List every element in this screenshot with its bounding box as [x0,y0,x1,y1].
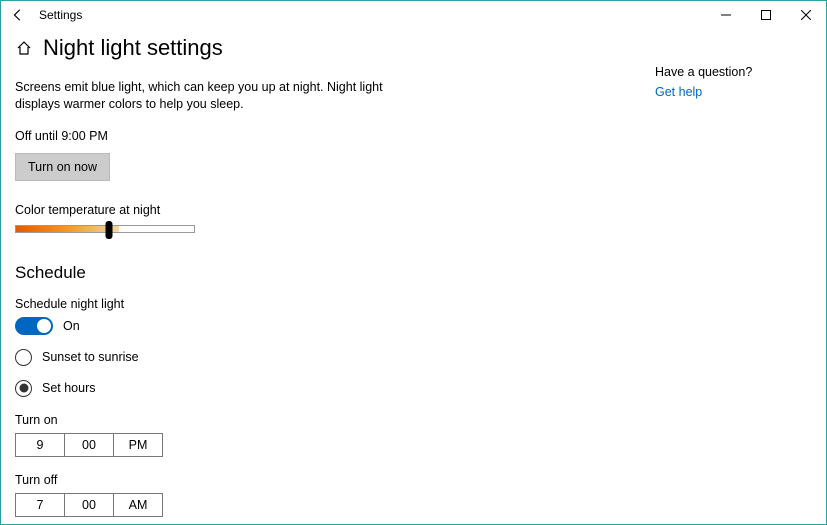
turn-on-minute[interactable]: 00 [64,433,114,457]
schedule-toggle-state: On [63,319,80,333]
window-title: Settings [39,8,82,22]
radio-icon [15,380,32,397]
turn-off-hour[interactable]: 7 [15,493,65,517]
radio-icon [15,349,32,366]
close-button[interactable] [786,1,826,29]
turn-on-label: Turn on [15,413,655,427]
home-icon[interactable] [15,39,33,57]
schedule-toggle-label: Schedule night light [15,297,655,311]
turn-off-minute[interactable]: 00 [64,493,114,517]
turn-on-time-picker: 9 00 PM [15,433,655,457]
get-help-link[interactable]: Get help [655,85,702,99]
schedule-toggle[interactable] [15,317,53,335]
status-text: Off until 9:00 PM [15,129,655,143]
slider-thumb[interactable] [105,221,112,239]
titlebar: Settings [1,1,826,29]
maximize-button[interactable] [746,1,786,29]
back-button[interactable] [9,6,27,24]
turn-on-hour[interactable]: 9 [15,433,65,457]
turn-off-time-picker: 7 00 AM [15,493,655,517]
schedule-heading: Schedule [15,263,655,283]
page-description: Screens emit blue light, which can keep … [15,79,395,113]
turn-on-ampm[interactable]: PM [113,433,163,457]
turn-off-ampm[interactable]: AM [113,493,163,517]
turn-on-now-button[interactable]: Turn on now [15,153,110,181]
have-a-question-label: Have a question? [655,65,812,79]
radio-set-hours[interactable]: Set hours [15,380,655,397]
minimize-button[interactable] [706,1,746,29]
radio-sunset-to-sunrise[interactable]: Sunset to sunrise [15,349,655,366]
page-title: Night light settings [43,35,223,61]
color-temp-label: Color temperature at night [15,203,655,217]
color-temp-slider[interactable] [15,225,195,233]
turn-off-label: Turn off [15,473,655,487]
